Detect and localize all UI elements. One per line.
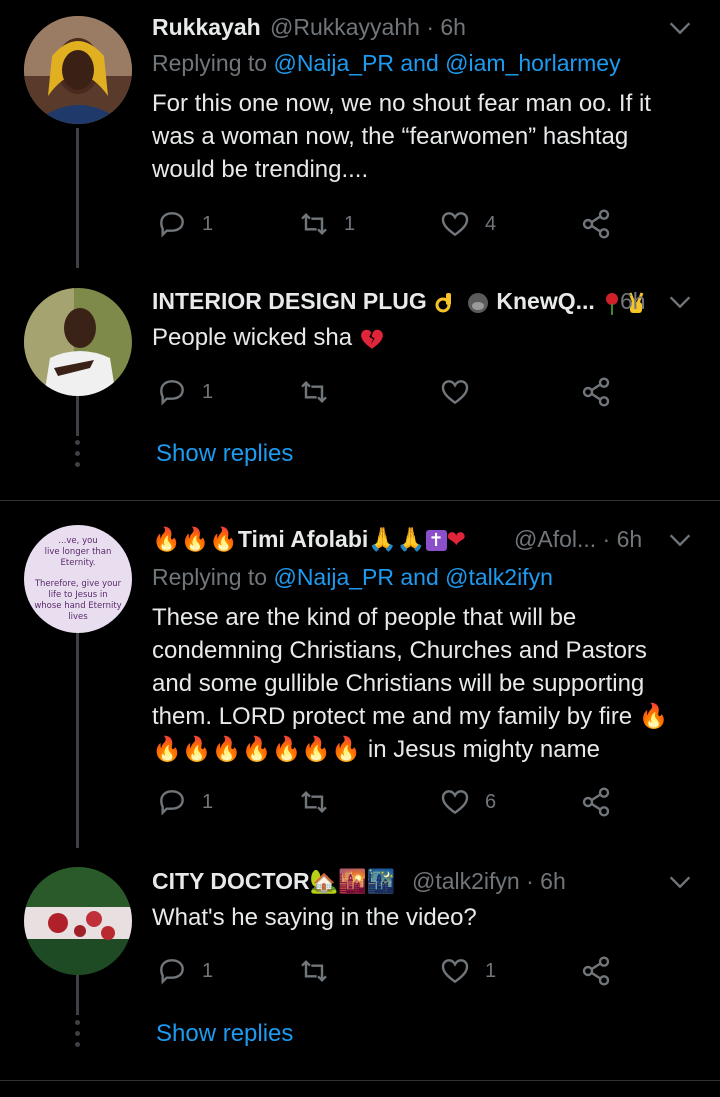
reply-button[interactable]: 1 bbox=[156, 208, 213, 240]
thread-line bbox=[76, 975, 79, 1015]
share-button[interactable] bbox=[580, 786, 612, 818]
reply-user-link[interactable]: @Naija_PR bbox=[273, 564, 394, 590]
house-emoji-icon: 🏡 bbox=[309, 868, 339, 894]
author-name[interactable]: Rukkayah bbox=[152, 14, 261, 41]
like-button[interactable] bbox=[439, 376, 471, 408]
retweet-button[interactable] bbox=[298, 786, 330, 818]
fire-emoji-icon: 🔥🔥🔥 bbox=[152, 526, 238, 552]
avatar[interactable] bbox=[24, 16, 132, 124]
reply-user-link[interactable]: @talk2ifyn bbox=[445, 564, 553, 590]
share-button[interactable] bbox=[580, 376, 612, 408]
retweet-icon bbox=[301, 790, 327, 814]
heart-icon bbox=[441, 790, 469, 815]
timestamp[interactable]: · 6h bbox=[426, 14, 466, 40]
author-handle[interactable]: KnewQ... bbox=[466, 288, 623, 315]
author-handle[interactable]: @Afol... · 6h bbox=[514, 526, 642, 553]
city-emoji-icon: 🌇🌃 bbox=[338, 868, 396, 894]
timestamp[interactable]: 6h bbox=[620, 288, 646, 315]
share-button[interactable] bbox=[580, 208, 612, 240]
retweet-button[interactable] bbox=[298, 376, 330, 408]
tweet-text: People wicked sha bbox=[152, 321, 385, 354]
avatar[interactable]: ...ve, you live longer than Eternity. Th… bbox=[24, 525, 132, 633]
show-replies-link[interactable]: Show replies bbox=[156, 440, 293, 468]
like-button[interactable]: 6 bbox=[439, 786, 496, 818]
red-heart-emoji-icon: ❤ bbox=[446, 526, 466, 552]
author-handle[interactable]: @talk2ifyn · 6h bbox=[412, 868, 566, 895]
reply-button[interactable]: 1 bbox=[156, 786, 213, 818]
thread-dots bbox=[75, 1020, 80, 1053]
tweet-text: What's he saying in the video? bbox=[152, 904, 477, 931]
reply-icon bbox=[160, 212, 184, 238]
retweet-button[interactable]: 1 bbox=[298, 208, 355, 240]
reply-icon bbox=[160, 380, 184, 406]
replying-to: Replying to @Naija_PR and @talk2ifyn bbox=[152, 564, 553, 590]
divider bbox=[0, 1080, 720, 1081]
avatar[interactable] bbox=[24, 867, 132, 975]
retweet-icon bbox=[301, 380, 327, 404]
retweet-icon bbox=[301, 212, 327, 236]
heart-icon bbox=[441, 212, 469, 237]
chevron-down-icon[interactable] bbox=[666, 868, 694, 896]
like-button[interactable]: 1 bbox=[439, 955, 496, 987]
like-button[interactable]: 4 bbox=[439, 208, 496, 240]
tweet-text: For this one now, we no shout fear man o… bbox=[152, 90, 651, 183]
chevron-down-icon[interactable] bbox=[666, 288, 694, 316]
heart-icon bbox=[441, 959, 469, 984]
fire-emoji-icon: 🔥 bbox=[638, 703, 669, 730]
reply-button[interactable]: 1 bbox=[156, 376, 213, 408]
praying-hands-emoji-icon: 🙏🙏 bbox=[368, 526, 426, 552]
chevron-down-icon[interactable] bbox=[666, 526, 694, 554]
reply-count: 1 bbox=[202, 790, 214, 813]
author-name[interactable]: 🔥🔥🔥Timi Afolabi🙏🙏 ✝ ❤ bbox=[152, 526, 466, 553]
share-icon bbox=[582, 956, 610, 986]
divider bbox=[0, 500, 720, 501]
chevron-down-icon[interactable] bbox=[666, 14, 694, 42]
thread-line bbox=[76, 396, 79, 436]
like-count: 1 bbox=[485, 959, 497, 982]
cross-emoji-icon: ✝ bbox=[425, 530, 447, 552]
reply-button[interactable]: 1 bbox=[156, 955, 213, 987]
share-icon bbox=[582, 787, 610, 817]
author-name[interactable]: INTERIOR DESIGN PLUG bbox=[152, 288, 457, 315]
share-icon bbox=[582, 377, 610, 407]
reply-icon bbox=[160, 790, 184, 816]
share-icon bbox=[582, 209, 610, 239]
retweet-count: 1 bbox=[344, 212, 356, 235]
reply-count: 1 bbox=[202, 212, 214, 235]
tweet-text: These are the kind of people that will b… bbox=[152, 604, 669, 763]
timestamp[interactable]: · 6h bbox=[526, 868, 566, 894]
reply-user-link[interactable]: @iam_horlarmey bbox=[445, 50, 620, 76]
thread-line bbox=[76, 128, 79, 268]
author-name[interactable]: CITY DOCTOR🏡🌇🌃 bbox=[152, 868, 396, 895]
like-count: 4 bbox=[485, 212, 497, 235]
reply-count: 1 bbox=[202, 380, 214, 403]
replying-to: Replying to @Naija_PR and @iam_horlarmey bbox=[152, 50, 621, 76]
reply-count: 1 bbox=[202, 959, 214, 982]
avatar[interactable] bbox=[24, 288, 132, 396]
like-count: 6 bbox=[485, 790, 497, 813]
fire-emoji-icon: 🔥🔥🔥🔥🔥🔥🔥 bbox=[152, 736, 362, 763]
retweet-button[interactable] bbox=[298, 955, 330, 987]
retweet-icon bbox=[301, 959, 327, 983]
broken-heart-emoji-icon bbox=[360, 329, 383, 349]
thread-line bbox=[76, 633, 79, 848]
reply-user-link[interactable]: @Naija_PR bbox=[273, 50, 394, 76]
author-handle[interactable]: @Rukkayyahh · 6h bbox=[270, 14, 466, 41]
thread-dots bbox=[75, 440, 80, 473]
heart-icon bbox=[441, 380, 469, 405]
timestamp[interactable]: · 6h bbox=[603, 526, 643, 552]
reply-icon bbox=[160, 959, 184, 985]
share-button[interactable] bbox=[580, 955, 612, 987]
ok-hand-emoji-icon bbox=[435, 292, 452, 313]
show-replies-link[interactable]: Show replies bbox=[156, 1020, 293, 1048]
gorilla-emoji-icon bbox=[468, 292, 488, 313]
